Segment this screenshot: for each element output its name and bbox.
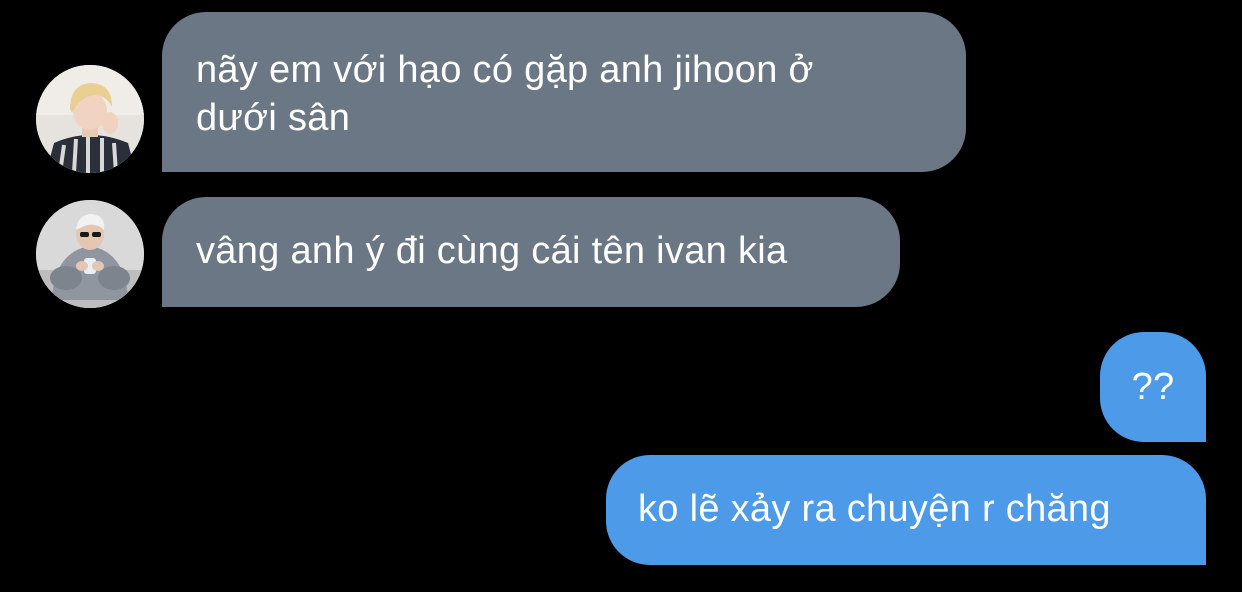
- message-bubble-incoming-2[interactable]: vâng anh ý đi cùng cái tên ivan kia: [162, 197, 900, 307]
- message-bubble-outgoing-1[interactable]: ??: [1100, 332, 1206, 442]
- message-text-line: nãy em với hạo có gặp anh jihoon ở: [196, 49, 814, 91]
- message-text-line: ko lẽ xảy ra chuyện r chăng: [638, 488, 1111, 530]
- message-text-line: ??: [1131, 366, 1175, 408]
- blonde-person-avatar-icon: [36, 65, 144, 173]
- message-bubble-outgoing-2[interactable]: ko lẽ xảy ra chuyện r chăng: [606, 455, 1206, 565]
- message-text-line: dưới sân: [196, 97, 351, 139]
- avatar-sender-2[interactable]: [36, 200, 144, 308]
- avatar-sender-1[interactable]: [36, 65, 144, 173]
- grey-hoodie-person-avatar-icon: [36, 200, 144, 308]
- message-text-line: vâng anh ý đi cùng cái tên ivan kia: [196, 230, 788, 272]
- message-bubble-incoming-1[interactable]: nãy em với hạo có gặp anh jihoon ở dưới …: [162, 12, 966, 172]
